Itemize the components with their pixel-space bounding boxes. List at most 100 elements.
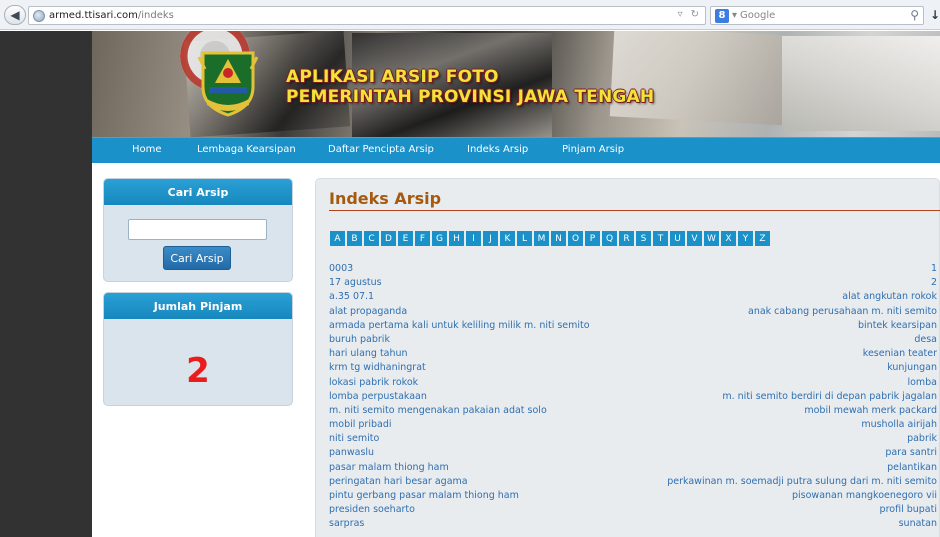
index-link[interactable]: 17 agustus bbox=[329, 276, 382, 290]
download-icon[interactable]: ↓ bbox=[930, 8, 940, 22]
index-link[interactable]: krm tg widhaningrat bbox=[329, 361, 426, 375]
list-item: alat propaganda anak cabang perusahaan m.… bbox=[329, 305, 937, 319]
letter-filter-p[interactable]: P bbox=[585, 231, 600, 246]
letter-filter-z[interactable]: Z bbox=[755, 231, 770, 246]
index-link[interactable]: musholla airijah bbox=[861, 418, 937, 432]
index-link[interactable]: kunjungan bbox=[887, 361, 937, 375]
letter-filter-j[interactable]: J bbox=[483, 231, 498, 246]
letter-filter-s[interactable]: S bbox=[636, 231, 651, 246]
letter-filter-i[interactable]: I bbox=[466, 231, 481, 246]
index-link[interactable]: anak cabang perusahaan m. niti semito bbox=[748, 305, 937, 319]
index-link[interactable]: profil bupati bbox=[880, 503, 937, 517]
index-link[interactable]: pabrik bbox=[907, 432, 937, 446]
letter-filter-u[interactable]: U bbox=[670, 231, 685, 246]
index-link[interactable]: 0003 bbox=[329, 262, 353, 276]
index-link[interactable]: bintek kearsipan bbox=[858, 319, 937, 333]
index-link[interactable]: pelantikan bbox=[887, 461, 937, 475]
letter-filter-o[interactable]: O bbox=[568, 231, 583, 246]
index-link[interactable]: perkawinan m. soemadji putra sulung dari… bbox=[667, 475, 937, 489]
letter-filter-q[interactable]: Q bbox=[602, 231, 617, 246]
letter-filter-b[interactable]: B bbox=[347, 231, 362, 246]
letter-filter-h[interactable]: H bbox=[449, 231, 464, 246]
letter-filter-d[interactable]: D bbox=[381, 231, 396, 246]
letter-filter-l[interactable]: L bbox=[517, 231, 532, 246]
banner-title-line2: PEMERINTAH PROVINSI JAWA TENGAH bbox=[286, 87, 655, 107]
web-page: APLIKASI ARSIP FOTO PEMERINTAH PROVINSI … bbox=[0, 31, 940, 537]
index-link[interactable]: m. niti semito berdiri di depan pabrik j… bbox=[722, 390, 937, 404]
index-link[interactable]: 2 bbox=[931, 276, 937, 290]
index-link[interactable]: sarpras bbox=[329, 517, 364, 531]
index-link[interactable]: sunatan bbox=[899, 517, 937, 531]
index-link[interactable]: lomba perpustakaan bbox=[329, 390, 427, 404]
list-item: 17 agustus 2 bbox=[329, 276, 937, 290]
nav-daftar-pencipta-arsip[interactable]: Daftar Pencipta Arsip bbox=[328, 144, 434, 155]
index-link[interactable]: pintu gerbang pasar malam thiong ham bbox=[329, 489, 519, 503]
index-link[interactable]: pasar malam thiong ham bbox=[329, 461, 449, 475]
index-link[interactable]: mobil mewah merk packard bbox=[804, 404, 937, 418]
back-arrow-icon[interactable]: ◀ bbox=[4, 5, 26, 25]
letter-filter-v[interactable]: V bbox=[687, 231, 702, 246]
list-item: a.35 07.1 alat angkutan rokok bbox=[329, 290, 937, 304]
list-item: panwaslu para santri bbox=[329, 446, 937, 460]
letter-filter-w[interactable]: W bbox=[704, 231, 719, 246]
index-link[interactable]: armada pertama kali untuk keliling milik… bbox=[329, 319, 590, 333]
index-link[interactable]: lomba bbox=[907, 376, 937, 390]
index-link[interactable]: pisowanan mangkoenegoro vii bbox=[792, 489, 937, 503]
browser-toolbar: ◀ armed.ttisari.com/indeks ▿ ↻ 8 ▾ Googl… bbox=[0, 0, 940, 30]
bookmark-star-icon[interactable]: ▿ bbox=[678, 9, 683, 20]
archive-search-input[interactable] bbox=[128, 219, 267, 240]
page-title: Indeks Arsip bbox=[329, 189, 442, 208]
search-widget: Cari Arsip Cari Arsip bbox=[103, 178, 293, 282]
letter-filter-m[interactable]: M bbox=[534, 231, 549, 246]
letter-filter-c[interactable]: C bbox=[364, 231, 379, 246]
index-link[interactable]: presiden soeharto bbox=[329, 503, 415, 517]
nav-lembaga-kearsipan[interactable]: Lembaga Kearsipan bbox=[197, 144, 296, 155]
title-divider bbox=[329, 210, 940, 211]
index-link[interactable]: niti semito bbox=[329, 432, 379, 446]
list-item: m. niti semito mengenakan pakaian adat s… bbox=[329, 404, 937, 418]
index-link[interactable]: alat propaganda bbox=[329, 305, 407, 319]
url-text: armed.ttisari.com/indeks bbox=[49, 10, 174, 21]
google-engine-icon[interactable]: 8 bbox=[715, 8, 729, 23]
letter-filter-n[interactable]: N bbox=[551, 231, 566, 246]
nav-indeks-arsip[interactable]: Indeks Arsip bbox=[467, 144, 528, 155]
index-link[interactable]: 1 bbox=[931, 262, 937, 276]
search-placeholder: Google bbox=[740, 10, 776, 21]
letter-filter-k[interactable]: K bbox=[500, 231, 515, 246]
letter-filter-g[interactable]: G bbox=[432, 231, 447, 246]
nav-pinjam-arsip[interactable]: Pinjam Arsip bbox=[562, 144, 624, 155]
engine-dropdown-arrow-icon[interactable]: ▾ bbox=[732, 10, 737, 21]
provincial-emblem-logo bbox=[197, 51, 259, 117]
letter-filter-r[interactable]: R bbox=[619, 231, 634, 246]
letter-filter-a[interactable]: A bbox=[330, 231, 345, 246]
address-bar[interactable]: armed.ttisari.com/indeks ▿ ↻ bbox=[28, 6, 706, 25]
banner-title-line1: APLIKASI ARSIP FOTO bbox=[286, 67, 499, 87]
search-engine-box[interactable]: 8 ▾ Google ⚲ bbox=[710, 6, 924, 25]
index-link[interactable]: desa bbox=[914, 333, 937, 347]
index-link[interactable]: alat angkutan rokok bbox=[842, 290, 937, 304]
letter-filter-x[interactable]: X bbox=[721, 231, 736, 246]
nav-home[interactable]: Home bbox=[132, 144, 162, 155]
index-link[interactable]: mobil pribadi bbox=[329, 418, 392, 432]
reload-icon[interactable]: ↻ bbox=[691, 9, 699, 20]
search-icon[interactable]: ⚲ bbox=[910, 8, 919, 22]
index-link[interactable]: para santri bbox=[885, 446, 937, 460]
letter-filter-y[interactable]: Y bbox=[738, 231, 753, 246]
index-link[interactable]: kesenian teater bbox=[863, 347, 937, 361]
index-link[interactable]: lokasi pabrik rokok bbox=[329, 376, 418, 390]
letter-filter-t[interactable]: T bbox=[653, 231, 668, 246]
index-link[interactable]: buruh pabrik bbox=[329, 333, 390, 347]
banner-title: APLIKASI ARSIP FOTO PEMERINTAH PROVINSI … bbox=[286, 67, 654, 107]
main-navbar: Home Lembaga Kearsipan Daftar Pencipta A… bbox=[92, 137, 940, 163]
letter-filter-f[interactable]: F bbox=[415, 231, 430, 246]
list-item: hari ulang tahun kesenian teater bbox=[329, 347, 937, 361]
index-link[interactable]: a.35 07.1 bbox=[329, 290, 374, 304]
index-link[interactable]: hari ulang tahun bbox=[329, 347, 408, 361]
list-item: pintu gerbang pasar malam thiong ham piso… bbox=[329, 489, 937, 503]
index-link[interactable]: m. niti semito mengenakan pakaian adat s… bbox=[329, 404, 547, 418]
list-item: mobil pribadi musholla airijah bbox=[329, 418, 937, 432]
search-button[interactable]: Cari Arsip bbox=[163, 246, 231, 270]
index-link[interactable]: peringatan hari besar agama bbox=[329, 475, 468, 489]
index-link[interactable]: panwaslu bbox=[329, 446, 374, 460]
letter-filter-e[interactable]: E bbox=[398, 231, 413, 246]
